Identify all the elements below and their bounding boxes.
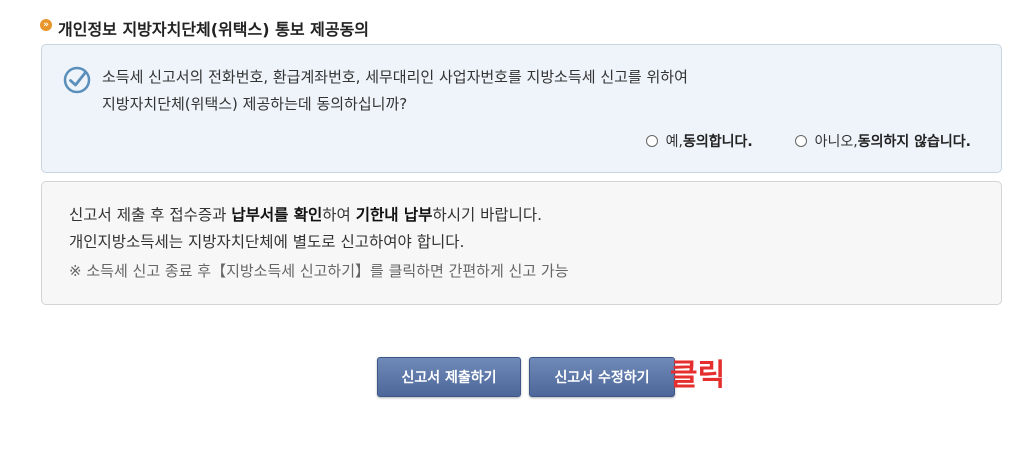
consent-yes-label: 동의합니다. bbox=[682, 134, 753, 150]
notice-line1-text3: 하시기 바랍니다. bbox=[432, 206, 543, 224]
consent-yes-option[interactable]: 예, 동의합니다. bbox=[645, 131, 753, 151]
notice-line1-bold1: 납부서를 확인 bbox=[231, 206, 323, 224]
section-title: » 개인정보 지방자치단체(위택스) 통보 제공동의 bbox=[40, 16, 369, 40]
notice-line1-bold2: 기한내 납부 bbox=[355, 206, 433, 224]
notice-line1: 신고서 제출 후 접수증과 납부서를 확인하여 기한내 납부하시기 바랍니다. bbox=[69, 202, 569, 229]
notice-line1-text1: 신고서 제출 후 접수증과 bbox=[69, 206, 232, 224]
consent-no-option[interactable]: 아니오, 동의하지 않습니다. bbox=[794, 131, 971, 151]
radio-no[interactable] bbox=[794, 135, 807, 147]
notice-line1-text2: 하여 bbox=[322, 206, 356, 224]
consent-no-prefix: 아니오, bbox=[814, 134, 858, 150]
consent-question: 소득세 신고서의 전화번호, 환급계좌번호, 세무대리인 사업자번호를 지방소득… bbox=[102, 64, 688, 118]
submit-return-button[interactable]: 신고서 제출하기 bbox=[377, 357, 521, 397]
check-circle-icon bbox=[63, 66, 91, 94]
reference-mark-icon: ※ bbox=[69, 262, 82, 280]
notice-text: 신고서 제출 후 접수증과 납부서를 확인하여 기한내 납부하시기 바랍니다. … bbox=[69, 202, 569, 285]
notice-box: 신고서 제출 후 접수증과 납부서를 확인하여 기한내 납부하시기 바랍니다. … bbox=[41, 181, 1002, 305]
consent-box: 소득세 신고서의 전화번호, 환급계좌번호, 세무대리인 사업자번호를 지방소득… bbox=[41, 44, 1002, 173]
section-title-text: 개인정보 지방자치단체(위택스) 통보 제공동의 bbox=[58, 20, 370, 39]
notice-line2: 개인지방소득세는 지방자치단체에 별도로 신고하여야 합니다. bbox=[69, 233, 465, 251]
consent-question-line2: 지방자치단체(위택스) 제공하는데 동의하십니까? bbox=[102, 95, 408, 113]
notice-note-text: 소득세 신고 종료 후【지방소득세 신고하기】를 클릭하면 간편하게 신고 가능 bbox=[86, 262, 569, 280]
consent-options: 예, 동의합니다. 아니오, 동의하지 않습니다. bbox=[645, 131, 971, 151]
consent-yes-prefix: 예, bbox=[665, 134, 683, 150]
radio-yes[interactable] bbox=[645, 135, 658, 147]
consent-no-label: 동의하지 않습니다. bbox=[857, 134, 971, 150]
consent-question-line1: 소득세 신고서의 전화번호, 환급계좌번호, 세무대리인 사업자번호를 지방소득… bbox=[102, 68, 688, 86]
edit-return-button[interactable]: 신고서 수정하기 bbox=[529, 357, 675, 397]
bullet-icon: » bbox=[40, 19, 52, 31]
click-annotation: 클릭 bbox=[670, 358, 726, 393]
notice-note: ※ 소득세 신고 종료 후【지방소득세 신고하기】를 클릭하면 간편하게 신고 … bbox=[69, 258, 569, 285]
